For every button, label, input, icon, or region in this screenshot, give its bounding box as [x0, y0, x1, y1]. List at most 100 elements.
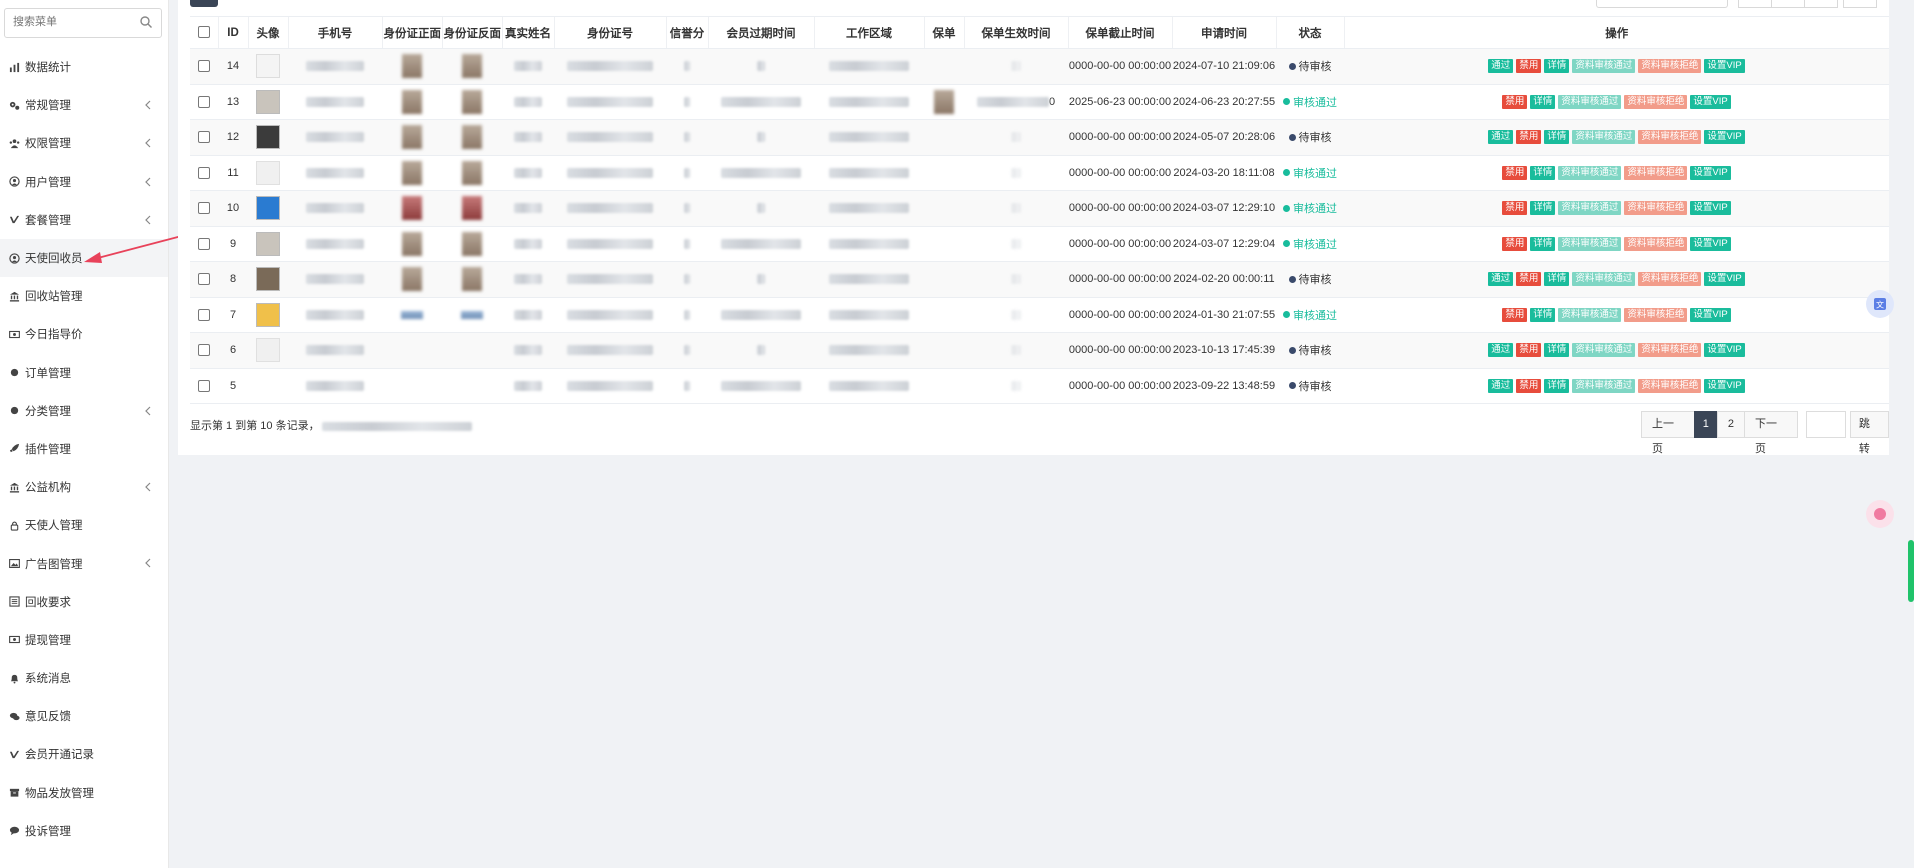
avatar[interactable] [256, 54, 280, 79]
details-button[interactable]: 详情 [1530, 236, 1556, 251]
details-button[interactable]: 详情 [1544, 272, 1570, 287]
approve-documents-button[interactable]: 资料审核通过 [1572, 130, 1636, 145]
toolbar-tool-button[interactable] [1738, 0, 1772, 8]
sidebar-item[interactable]: 提现管理 [0, 621, 168, 659]
set-vip-button[interactable]: 设置VIP [1704, 343, 1745, 358]
row-checkbox[interactable] [198, 344, 210, 357]
sidebar-item[interactable]: 广告图管理 [0, 544, 168, 582]
row-checkbox[interactable] [198, 273, 210, 286]
id-card-front-image[interactable] [401, 310, 423, 319]
sidebar-item[interactable]: 插件管理 [0, 430, 168, 468]
row-checkbox[interactable] [198, 166, 210, 179]
id-card-front-image[interactable] [402, 89, 422, 114]
reject-documents-button[interactable]: 资料审核拒绝 [1638, 130, 1702, 145]
id-card-front-image[interactable] [402, 160, 422, 185]
id-card-back-image[interactable] [461, 310, 483, 319]
select-all-checkbox[interactable] [197, 26, 210, 39]
approve-documents-button[interactable]: 资料审核通过 [1558, 236, 1622, 251]
approve-documents-button[interactable]: 资料审核通过 [1558, 94, 1622, 109]
id-card-back-image[interactable] [462, 160, 482, 185]
sidebar-item[interactable]: 今日指导价 [0, 315, 168, 353]
assistant-float-button[interactable] [1866, 500, 1894, 528]
reject-documents-button[interactable]: 资料审核拒绝 [1638, 272, 1702, 287]
row-checkbox[interactable] [198, 237, 210, 250]
approve-documents-button[interactable]: 资料审核通过 [1558, 307, 1622, 322]
next-page-button[interactable]: 下一页 [1744, 411, 1798, 455]
disable-button[interactable]: 禁用 [1516, 59, 1542, 74]
reject-documents-button[interactable]: 资料审核拒绝 [1624, 165, 1688, 180]
approve-documents-button[interactable]: 资料审核通过 [1572, 272, 1636, 287]
row-checkbox[interactable] [198, 308, 210, 321]
sidebar-item[interactable]: 物品发放管理 [0, 774, 168, 812]
id-card-front-image[interactable] [402, 267, 422, 292]
reject-documents-button[interactable]: 资料审核拒绝 [1638, 378, 1702, 393]
sidebar-item[interactable]: 分类管理 [0, 392, 168, 430]
id-card-back-image[interactable] [462, 267, 482, 292]
jump-page-input[interactable] [1805, 411, 1846, 438]
avatar[interactable] [256, 160, 280, 185]
reject-documents-button[interactable]: 资料审核拒绝 [1638, 343, 1702, 358]
approve-documents-button[interactable]: 资料审核通过 [1572, 59, 1636, 74]
sidebar-item[interactable]: 系统消息 [0, 659, 168, 697]
sidebar-item[interactable]: 权限管理 [0, 124, 168, 162]
approve-documents-button[interactable]: 资料审核通过 [1572, 343, 1636, 358]
id-card-back-image[interactable] [462, 54, 482, 79]
id-card-back-image[interactable] [462, 196, 482, 221]
details-button[interactable]: 详情 [1530, 94, 1556, 109]
disable-button[interactable]: 禁用 [1502, 94, 1528, 109]
details-button[interactable]: 详情 [1530, 201, 1556, 216]
sidebar-item[interactable]: 常规管理 [0, 86, 168, 124]
details-button[interactable]: 详情 [1544, 130, 1570, 145]
reject-documents-button[interactable]: 资料审核拒绝 [1624, 307, 1688, 322]
id-card-front-image[interactable] [402, 231, 422, 256]
set-vip-button[interactable]: 设置VIP [1704, 272, 1745, 287]
toolbar-tool-button[interactable] [1843, 0, 1877, 8]
details-button[interactable]: 详情 [1544, 343, 1570, 358]
sidebar-item[interactable]: 投诉管理 [0, 812, 168, 850]
row-checkbox[interactable] [198, 60, 210, 73]
set-vip-button[interactable]: 设置VIP [1690, 94, 1731, 109]
sidebar-search-input[interactable] [5, 9, 133, 35]
id-card-back-image[interactable] [462, 125, 482, 150]
set-vip-button[interactable]: 设置VIP [1704, 59, 1745, 74]
toolbar-tool-button[interactable] [1771, 0, 1805, 8]
sidebar-item[interactable]: 回收要求 [0, 583, 168, 621]
reject-documents-button[interactable]: 资料审核拒绝 [1638, 59, 1702, 74]
page-2-button[interactable]: 2 [1716, 411, 1746, 438]
avatar[interactable] [256, 89, 280, 114]
approve-button[interactable]: 通过 [1488, 59, 1514, 74]
disable-button[interactable]: 禁用 [1502, 165, 1528, 180]
sidebar-item[interactable]: 意见反馈 [0, 697, 168, 735]
row-checkbox[interactable] [198, 379, 210, 392]
sidebar-item[interactable]: 会员开通记录 [0, 735, 168, 773]
row-checkbox[interactable] [198, 95, 210, 108]
id-card-front-image[interactable] [402, 196, 422, 221]
avatar[interactable] [256, 338, 280, 363]
details-button[interactable]: 详情 [1544, 378, 1570, 393]
approve-documents-button[interactable]: 资料审核通过 [1572, 378, 1636, 393]
approve-button[interactable]: 通过 [1488, 378, 1514, 393]
disable-button[interactable]: 禁用 [1502, 236, 1528, 251]
approve-documents-button[interactable]: 资料审核通过 [1558, 165, 1622, 180]
row-checkbox[interactable] [198, 202, 210, 215]
sidebar-item[interactable]: 数据统计 [0, 48, 168, 86]
approve-documents-button[interactable]: 资料审核通过 [1558, 201, 1622, 216]
approve-button[interactable]: 通过 [1488, 272, 1514, 287]
set-vip-button[interactable]: 设置VIP [1704, 130, 1745, 145]
sidebar-item[interactable]: 用户管理 [0, 163, 168, 201]
set-vip-button[interactable]: 设置VIP [1704, 378, 1745, 393]
jump-button[interactable]: 跳转 [1849, 411, 1889, 455]
toolbar-button[interactable] [190, 0, 218, 7]
set-vip-button[interactable]: 设置VIP [1690, 307, 1731, 322]
avatar[interactable] [256, 267, 280, 292]
details-button[interactable]: 详情 [1530, 307, 1556, 322]
toolbar-search[interactable] [1596, 0, 1728, 8]
disable-button[interactable]: 禁用 [1502, 201, 1528, 216]
id-card-back-image[interactable] [462, 89, 482, 114]
id-card-back-image[interactable] [462, 231, 482, 256]
set-vip-button[interactable]: 设置VIP [1690, 201, 1731, 216]
avatar[interactable] [256, 196, 280, 221]
avatar[interactable] [256, 302, 280, 327]
sidebar-item[interactable]: 天使人管理 [0, 506, 168, 544]
details-button[interactable]: 详情 [1544, 59, 1570, 74]
